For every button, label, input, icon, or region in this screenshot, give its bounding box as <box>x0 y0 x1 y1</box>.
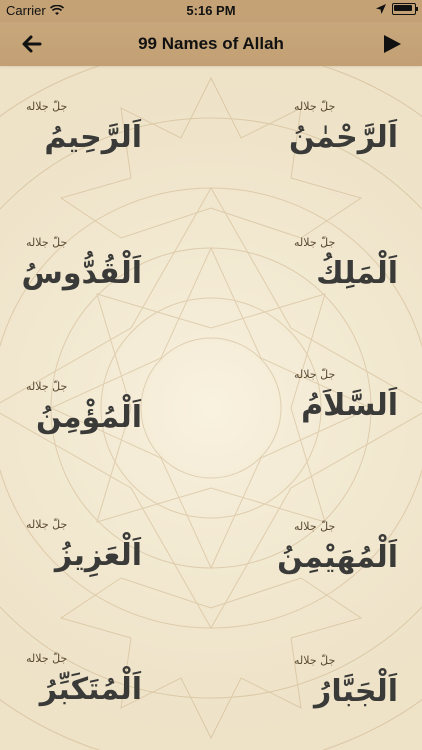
honorific-label: جلّ جلاله <box>26 518 68 531</box>
arabic-name: اَلْمُتَكَبِّرُ <box>39 672 142 707</box>
arabic-name: اَلْقُدُّوسُ <box>21 256 142 291</box>
app-screen: Carrier 5:16 PM 99 Names of Allah جلّ جل… <box>0 0 422 750</box>
navigation-bar: 99 Names of Allah <box>0 22 422 66</box>
arabic-name: اَلْمُؤْمِنُ <box>35 400 142 435</box>
honorific-label: جلّ جلاله <box>294 368 336 381</box>
page-title: 99 Names of Allah <box>138 34 284 53</box>
honorific-label: جلّ جلاله <box>26 100 68 113</box>
status-bar: Carrier 5:16 PM <box>0 0 422 22</box>
arabic-name: اَلْعَزِيزُ <box>54 538 142 573</box>
honorific-label: جلّ جلاله <box>26 380 68 393</box>
name-item-al-mumin[interactable]: جلّ جلاله اَلْمُؤْمِنُ <box>12 372 192 462</box>
arabic-name: اَلرَّحِيمُ <box>44 120 142 155</box>
play-button[interactable] <box>380 32 404 56</box>
play-icon <box>384 35 401 53</box>
status-time: 5:16 PM <box>186 3 236 18</box>
honorific-label: جلّ جلاله <box>26 652 68 665</box>
name-item-al-muhaymin[interactable]: جلّ جلاله اَلْمُهَيْمِنُ <box>230 512 410 602</box>
arabic-name: اَلْجَبَّارُ <box>314 674 398 709</box>
honorific-label: جلّ جلاله <box>294 520 336 533</box>
battery-icon <box>392 3 418 15</box>
name-item-ar-rahman[interactable]: جلّ جلاله اَلرَّحْمٰنُ <box>230 92 410 182</box>
name-item-al-mutakabbir[interactable]: جلّ جلاله اَلْمُتَكَبِّرُ <box>12 644 192 734</box>
names-list: جلّ جلاله اَلرَّحْمٰنُ جلّ جلاله اَلرَّح… <box>0 66 422 750</box>
name-item-al-jabbar[interactable]: جلّ جلاله اَلْجَبَّارُ <box>230 646 410 736</box>
honorific-label: جلّ جلاله <box>294 654 336 667</box>
arabic-name: اَلسَّلاَمُ <box>301 388 398 423</box>
arabic-name: اَلْمَلِكُ <box>316 256 398 291</box>
status-right <box>376 3 418 15</box>
name-item-al-aziz[interactable]: جلّ جلاله اَلْعَزِيزُ <box>12 510 192 600</box>
honorific-label: جلّ جلاله <box>294 100 336 113</box>
arabic-name: اَلرَّحْمٰنُ <box>289 120 398 155</box>
name-item-as-salam[interactable]: جلّ جلاله اَلسَّلاَمُ <box>230 360 410 450</box>
location-arrow-icon <box>376 4 386 14</box>
honorific-label: جلّ جلاله <box>294 236 336 249</box>
honorific-label: جلّ جلاله <box>26 236 68 249</box>
name-item-al-quddus[interactable]: جلّ جلاله اَلْقُدُّوسُ <box>12 228 192 318</box>
name-item-al-malik[interactable]: جلّ جلاله اَلْمَلِكُ <box>230 228 410 318</box>
name-item-ar-rahim[interactable]: جلّ جلاله اَلرَّحِيمُ <box>12 92 192 182</box>
arabic-name: اَلْمُهَيْمِنُ <box>277 540 398 575</box>
